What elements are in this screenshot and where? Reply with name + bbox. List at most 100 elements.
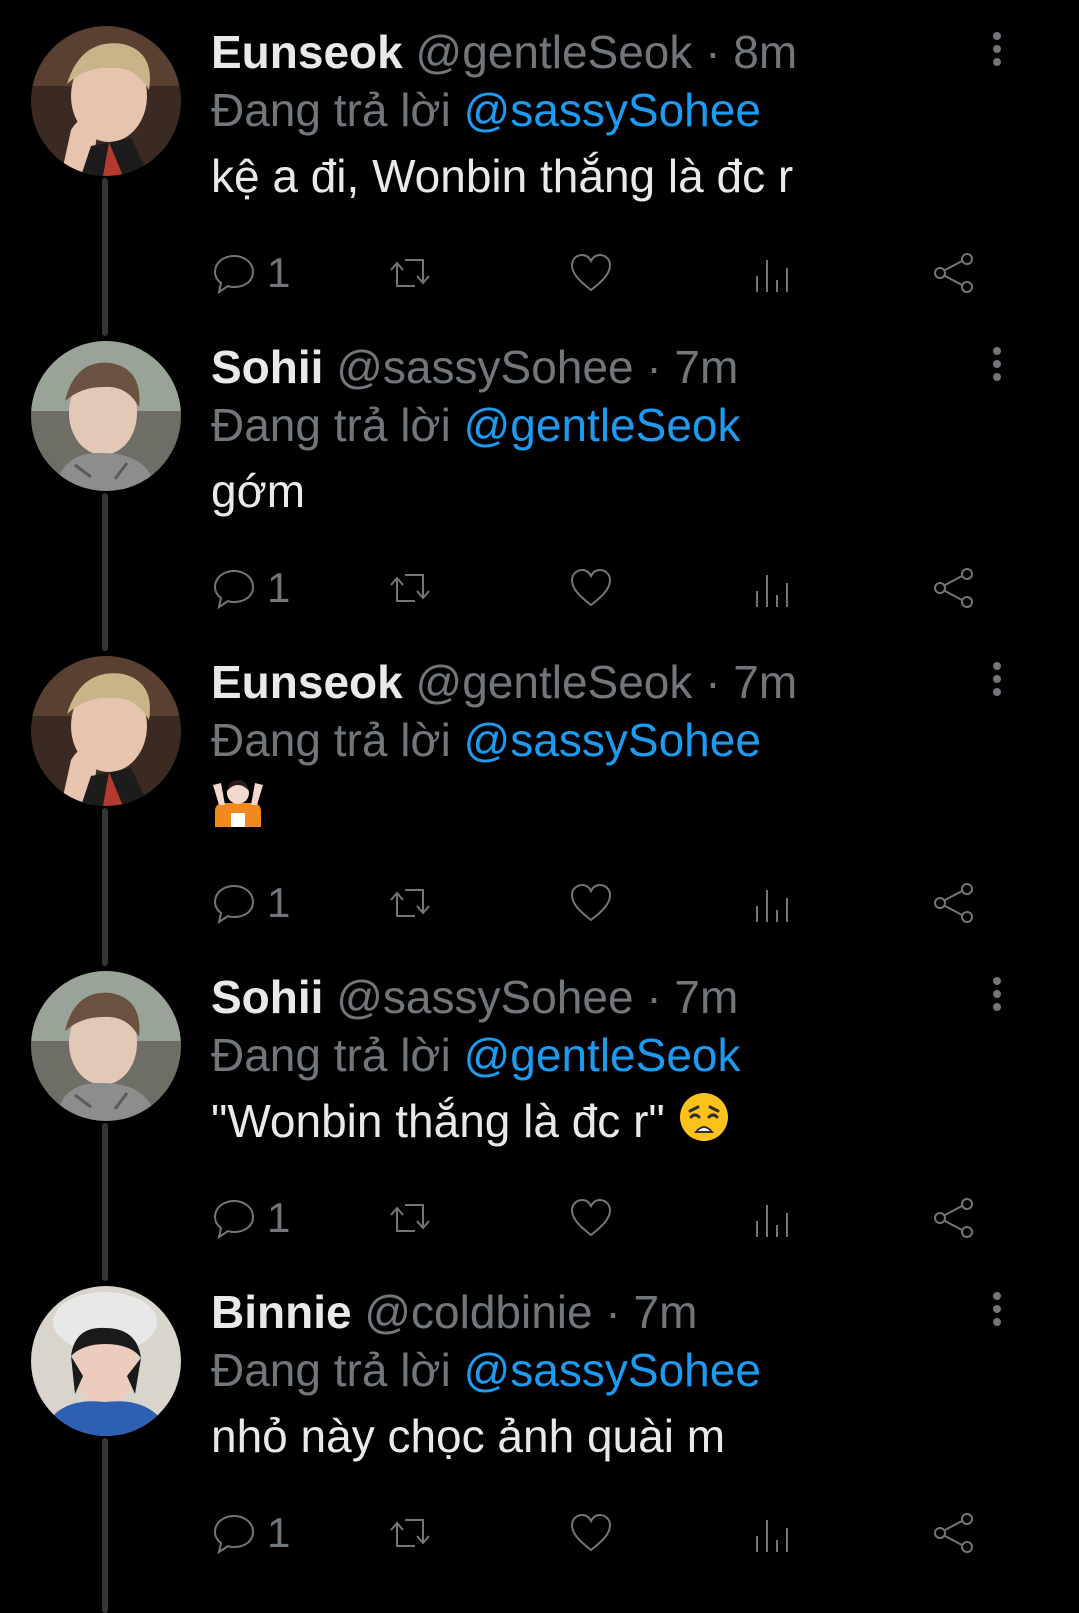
reply-count: 1 — [267, 879, 291, 926]
reply-button[interactable]: 1 — [211, 878, 290, 928]
retweet-button[interactable] — [387, 1508, 433, 1558]
replying-to-label: Đang trả lời — [211, 714, 451, 766]
reply-button[interactable]: 1 — [211, 1508, 290, 1558]
display-name[interactable]: Sohii — [211, 341, 323, 393]
share-icon — [934, 1513, 973, 1553]
avatar-sohee[interactable] — [31, 341, 181, 491]
more-options-button[interactable] — [985, 977, 1009, 1017]
reply-button[interactable]: 1 — [211, 1193, 290, 1243]
retweet-button[interactable] — [387, 878, 433, 928]
tweet[interactable]: Sohii @sassySohee · 7m Đang trả lời @gen… — [0, 945, 1079, 1260]
replying-to-label: Đang trả lời — [211, 399, 451, 451]
reply-icon — [213, 1199, 255, 1240]
views-button[interactable] — [749, 248, 795, 298]
share-button[interactable] — [931, 1193, 977, 1243]
share-icon — [934, 1198, 973, 1238]
tweet-text: kệ a đi, Wonbin thắng là đc r — [211, 150, 794, 202]
tweet[interactable]: Eunseok @gentleSeok · 7m Đang trả lời @s… — [0, 630, 1079, 945]
like-icon — [570, 1198, 612, 1237]
timestamp[interactable]: 8m — [733, 26, 797, 78]
more-options-button[interactable] — [985, 347, 1009, 387]
display-name[interactable]: Eunseok — [211, 26, 403, 78]
share-icon — [934, 883, 973, 923]
timestamp[interactable]: 7m — [674, 341, 738, 393]
views-button[interactable] — [749, 563, 795, 613]
reply-icon — [213, 569, 255, 610]
views-button[interactable] — [749, 878, 795, 928]
like-icon — [570, 1513, 612, 1552]
tweet[interactable]: Eunseok @gentleSeok · 8m Đang trả lời @s… — [0, 0, 1079, 315]
tweet[interactable]: Sohii @sassySohee · 7m Đang trả lời @gen… — [0, 315, 1079, 630]
timestamp[interactable]: 7m — [634, 1286, 698, 1338]
tweet-text: nhỏ này chọc ảnh quài m — [211, 1410, 726, 1462]
avatar-eunseok[interactable] — [31, 656, 181, 806]
mention-link[interactable]: @sassySohee — [464, 1344, 761, 1396]
like-button[interactable] — [568, 1193, 614, 1243]
mention-link[interactable]: @gentleSeok — [464, 399, 741, 451]
replying-to-label: Đang trả lời — [211, 1029, 451, 1081]
mention-link[interactable]: @gentleSeok — [464, 1029, 741, 1081]
more-options-button[interactable] — [985, 32, 1009, 72]
retweet-button[interactable] — [387, 248, 433, 298]
replying-to-line: Đang trả lời @sassySohee — [211, 82, 1009, 138]
handle[interactable]: @sassySohee — [336, 341, 633, 393]
retweet-icon — [390, 1204, 430, 1232]
tweet-actions: 1 — [211, 1508, 1011, 1558]
weary-face-emoji — [678, 1091, 730, 1159]
views-icon — [756, 575, 788, 607]
replying-to-line: Đang trả lời @sassySohee — [211, 712, 1009, 768]
share-button[interactable] — [931, 563, 977, 613]
retweet-button[interactable] — [387, 563, 433, 613]
tweet[interactable]: Binnie @coldbinie · 7m Đang trả lời @sas… — [0, 1260, 1079, 1575]
avatar-sohee[interactable] — [31, 971, 181, 1121]
tweet-actions: 1 — [211, 878, 1011, 928]
views-icon — [756, 260, 788, 292]
display-name[interactable]: Sohii — [211, 971, 323, 1023]
timestamp[interactable]: 7m — [674, 971, 738, 1023]
like-icon — [570, 568, 612, 607]
like-button[interactable] — [568, 563, 614, 613]
retweet-icon — [390, 259, 430, 287]
like-button[interactable] — [568, 878, 614, 928]
display-name[interactable]: Eunseok — [211, 656, 403, 708]
tweet-actions: 1 — [211, 1193, 1011, 1243]
more-options-button[interactable] — [985, 1292, 1009, 1332]
retweet-button[interactable] — [387, 1193, 433, 1243]
views-button[interactable] — [749, 1508, 795, 1558]
retweet-icon — [390, 1519, 430, 1547]
retweet-icon — [390, 574, 430, 602]
tweet-text — [211, 774, 1009, 843]
tweet-header: Sohii @sassySohee · 7m — [211, 967, 1009, 1027]
handle[interactable]: @gentleSeok — [416, 26, 693, 78]
separator-dot: · — [605, 1286, 621, 1338]
display-name[interactable]: Binnie — [211, 1286, 352, 1338]
reply-button[interactable]: 1 — [211, 248, 290, 298]
mention-link[interactable]: @sassySohee — [464, 714, 761, 766]
handle[interactable]: @coldbinie — [364, 1286, 592, 1338]
share-button[interactable] — [931, 248, 977, 298]
views-icon — [756, 890, 788, 922]
views-button[interactable] — [749, 1193, 795, 1243]
reply-count: 1 — [267, 564, 291, 611]
avatar-eunseok[interactable] — [31, 26, 181, 176]
avatar-binnie[interactable] — [31, 1286, 181, 1436]
tweet-header: Sohii @sassySohee · 7m — [211, 337, 1009, 397]
timestamp[interactable]: 7m — [733, 656, 797, 708]
reply-count: 1 — [267, 1194, 291, 1241]
like-icon — [570, 253, 612, 292]
like-button[interactable] — [568, 248, 614, 298]
share-button[interactable] — [931, 1508, 977, 1558]
tweet-actions: 1 — [211, 248, 1011, 298]
more-options-button[interactable] — [985, 662, 1009, 702]
reply-thread: Eunseok @gentleSeok · 8m Đang trả lời @s… — [0, 0, 1079, 1613]
handle[interactable]: @gentleSeok — [416, 656, 693, 708]
retweet-icon — [390, 889, 430, 917]
tweet-text: gớm — [211, 465, 306, 517]
mention-link[interactable]: @sassySohee — [464, 84, 761, 136]
tweet-header: Binnie @coldbinie · 7m — [211, 1282, 1009, 1342]
separator-dot: · — [705, 26, 721, 78]
handle[interactable]: @sassySohee — [336, 971, 633, 1023]
reply-button[interactable]: 1 — [211, 563, 290, 613]
share-button[interactable] — [931, 878, 977, 928]
like-button[interactable] — [568, 1508, 614, 1558]
